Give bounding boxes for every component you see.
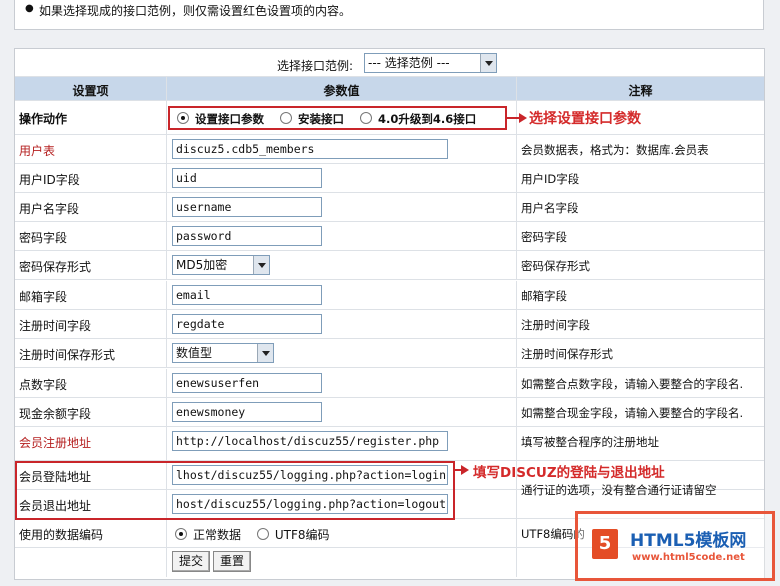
tip-text: 如果选择现成的接口范例，则仅需设置红色设置项的内容。 <box>39 4 352 18</box>
example-row: 选择接口范例: --- 选择范例 --- <box>15 49 764 77</box>
field-label: 密码字段 <box>19 231 68 245</box>
header-setting: 设置项 <box>72 84 109 98</box>
encoding-option-normal[interactable]: 正常数据 <box>175 528 241 542</box>
table-row: 现金余额字段 enewsmoney 如需整合现金字段，请输入要整合的字段名. <box>15 398 764 427</box>
field-note: 用户名字段 <box>521 201 579 215</box>
field-label: 用户名字段 <box>19 202 80 216</box>
example-select[interactable]: --- 选择范例 --- <box>364 53 497 73</box>
login-highlight-box <box>15 461 455 520</box>
field-label: 点数字段 <box>19 378 68 392</box>
field-note: 邮箱字段 <box>521 289 567 303</box>
radio-icon <box>256 528 269 540</box>
chevron-down-icon <box>257 344 273 362</box>
field-input[interactable]: http://localhost/discuz55/register.php <box>172 431 448 451</box>
field-input[interactable]: regdate <box>172 314 322 334</box>
html5-shield-icon: 5 <box>592 529 618 559</box>
watermark-logo: 5 HTML5模板网 www.html5code.net <box>575 511 775 581</box>
table-row: 密码字段 password 密码字段 <box>15 222 764 251</box>
login-callout: 填写DISCUZ的登陆与退出地址 <box>473 465 665 481</box>
table-row: 注册时间字段 regdate 注册时间字段 <box>15 310 764 339</box>
field-note: 如需整合点数字段，请输入要整合的字段名. <box>521 377 744 391</box>
field-input[interactable]: enewsmoney <box>172 402 322 422</box>
field-note: 注册时间字段 <box>521 318 590 332</box>
field-input[interactable]: enewsuserfen <box>172 373 322 393</box>
field-select[interactable]: 数值型 <box>172 343 274 363</box>
field-select[interactable]: MD5加密 <box>172 255 270 275</box>
login-note: 通行证的选项，没有整合通行证请留空 <box>521 483 717 497</box>
radio-checked-icon <box>175 528 187 540</box>
field-note: 密码保存形式 <box>521 259 590 273</box>
field-label: 用户ID字段 <box>19 173 80 187</box>
table-row: 用户名字段 username 用户名字段 <box>15 193 764 222</box>
table-row: 邮箱字段 email 邮箱字段 <box>15 281 764 310</box>
field-label: 注册时间保存形式 <box>19 348 116 362</box>
field-label: 注册时间字段 <box>19 319 92 333</box>
table-row: 会员注册地址 http://localhost/discuz55/register… <box>15 427 764 461</box>
field-input[interactable]: uid <box>172 168 322 188</box>
tip-box: ● 如果选择现成的接口范例，则仅需设置红色设置项的内容。 <box>14 0 764 30</box>
field-note: 密码字段 <box>521 230 567 244</box>
field-label: 现金余额字段 <box>19 407 92 421</box>
field-note: 注册时间保存形式 <box>521 347 613 361</box>
example-label: 选择接口范例: <box>277 59 354 73</box>
submit-button[interactable]: 提交 <box>172 551 211 572</box>
arrow-right-icon <box>461 465 469 475</box>
field-label: 会员注册地址 <box>19 436 92 450</box>
field-note: 如需整合现金字段，请输入要整合的字段名. <box>521 406 744 420</box>
table-row: 注册时间保存形式 数值型 注册时间保存形式 <box>15 339 764 368</box>
encoding-label: 使用的数据编码 <box>19 528 104 542</box>
table-row: 用户表 discuz5.cdb5_members 会员数据表，格式为：数据库.会员表 <box>15 135 764 164</box>
field-note: 用户ID字段 <box>521 172 580 186</box>
action-callout: 选择设置接口参数 <box>529 111 641 127</box>
table-row: 密码保存形式 MD5加密 密码保存形式 <box>15 251 764 280</box>
chevron-down-icon <box>480 54 496 72</box>
table-row: 用户ID字段 uid 用户ID字段 <box>15 164 764 193</box>
watermark-url: www.html5code.net <box>632 552 745 563</box>
bullet-icon: ● <box>25 3 34 14</box>
header-note: 注释 <box>628 84 653 98</box>
settings-panel: 选择接口范例: --- 选择范例 --- 设置项 参数值 注释 操作动作 设置接… <box>14 48 765 580</box>
field-label: 用户表 <box>19 144 56 158</box>
field-label: 邮箱字段 <box>19 290 68 304</box>
field-note: 填写被整合程序的注册地址 <box>521 435 659 449</box>
header-param: 参数值 <box>323 84 360 98</box>
watermark-text: HTML5模板网 <box>630 531 747 551</box>
field-label: 密码保存形式 <box>19 260 92 274</box>
action-highlight-box <box>168 106 507 130</box>
encoding-option-utf8[interactable]: UTF8编码 <box>256 528 330 542</box>
reset-button[interactable]: 重置 <box>213 551 252 572</box>
action-label: 操作动作 <box>19 112 68 126</box>
field-input[interactable]: email <box>172 285 322 305</box>
table-row: 点数字段 enewsuserfen 如需整合点数字段，请输入要整合的字段名. <box>15 369 764 398</box>
chevron-down-icon <box>253 256 269 274</box>
field-input[interactable]: discuz5.cdb5_members <box>172 139 448 159</box>
field-note: 会员数据表，格式为：数据库.会员表 <box>521 143 709 157</box>
field-input[interactable]: username <box>172 197 322 217</box>
arrow-right-icon <box>519 113 527 123</box>
field-input[interactable]: password <box>172 226 322 246</box>
table-header: 设置项 参数值 注释 <box>15 77 764 101</box>
